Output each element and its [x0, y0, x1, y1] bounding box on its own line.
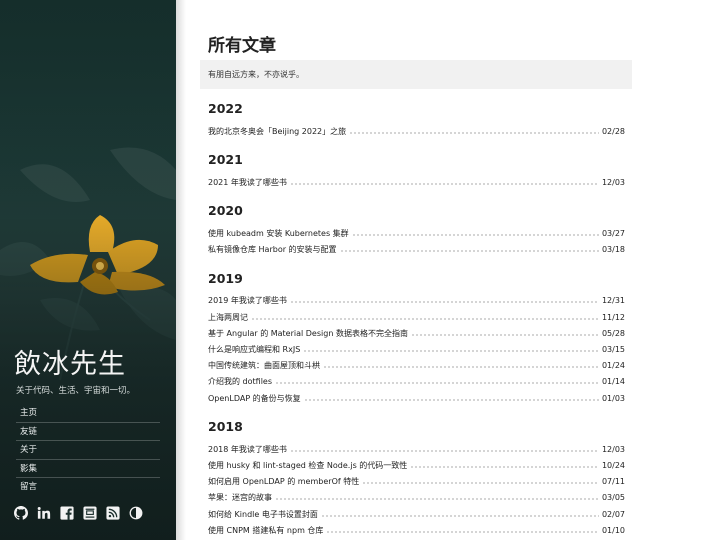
- dotted-leader: [275, 498, 599, 501]
- dotted-leader: [351, 233, 599, 236]
- sidebar-nav: 主页 友链 关于 影集 留言: [16, 404, 160, 497]
- post-date: 02/28: [601, 126, 625, 136]
- post-item[interactable]: 私有镜像仓库 Harbor 的安装与配置 03/18: [208, 243, 625, 257]
- nav-item-guestbook[interactable]: 留言: [16, 478, 160, 497]
- post-date: 12/03: [601, 177, 625, 187]
- post-title-link[interactable]: 使用 husky 和 lint-staged 检查 Node.js 的代码一致性: [208, 460, 407, 471]
- post-title-link[interactable]: 使用 kubeadm 安装 Kubernetes 集群: [208, 228, 349, 239]
- quote-banner: 有朋自远方来，不亦说乎。: [200, 60, 632, 89]
- dotted-leader: [303, 349, 599, 352]
- post-title-link[interactable]: 介绍我的 dotfiles: [208, 376, 272, 387]
- post-item[interactable]: 中国传统建筑：曲面屋顶和斗栱 01/24: [208, 359, 625, 373]
- dotted-leader: [410, 333, 599, 336]
- post-date: 01/10: [601, 525, 625, 535]
- post-date: 05/28: [601, 328, 625, 338]
- post-title-link[interactable]: 苹果：迷宫的故事: [208, 492, 272, 503]
- post-item[interactable]: 2019 年我读了哪些书 12/31: [208, 294, 625, 308]
- github-icon[interactable]: [14, 505, 28, 520]
- post-title-link[interactable]: 私有镜像仓库 Harbor 的安装与配置: [208, 244, 337, 255]
- dotted-leader: [303, 398, 599, 401]
- post-title-link[interactable]: 2019 年我读了哪些书: [208, 295, 287, 306]
- post-date: 01/24: [601, 361, 625, 371]
- site-subtitle: 关于代码、生活、宇宙和一切。: [16, 386, 136, 396]
- year-heading: 2019: [208, 270, 243, 286]
- post-date: 03/15: [601, 344, 625, 354]
- post-title-link[interactable]: 上海两周记: [208, 312, 248, 323]
- post-item[interactable]: 介绍我的 dotfiles 01/14: [208, 375, 625, 389]
- nav-item-friends[interactable]: 友链: [16, 423, 160, 441]
- dotted-leader: [349, 131, 599, 134]
- post-title-link[interactable]: 2018 年我读了哪些书: [208, 444, 287, 455]
- theme-toggle-icon[interactable]: [129, 505, 143, 520]
- dotted-leader: [289, 449, 599, 452]
- sidebar: 飲冰先生 关于代码、生活、宇宙和一切。 主页 友链 关于 影集 留言: [0, 0, 176, 540]
- post-item[interactable]: 使用 kubeadm 安装 Kubernetes 集群 03/27: [208, 226, 625, 240]
- post-item[interactable]: 如何给 Kindle 电子书设置封面 02/07: [208, 507, 625, 521]
- dotted-leader: [289, 301, 599, 304]
- main-content: 所有文章 有朋自远方来，不亦说乎。 2022 我的北京冬奥会「Beijing 20…: [176, 0, 720, 540]
- post-date: 01/03: [601, 393, 625, 403]
- dotted-leader: [410, 465, 599, 468]
- dotted-leader: [275, 382, 599, 385]
- post-date: 01/14: [601, 377, 625, 387]
- post-title-link[interactable]: OpenLDAP 的备份与恢复: [208, 393, 301, 404]
- post-date: 07/11: [601, 477, 625, 487]
- post-item[interactable]: 如何启用 OpenLDAP 的 memberOf 特性 07/11: [208, 475, 625, 489]
- post-date: 11/12: [601, 312, 625, 322]
- post-title-link[interactable]: 基于 Angular 的 Material Design 数据表格不完全指南: [208, 328, 408, 339]
- page-title: 所有文章: [208, 36, 276, 56]
- dotted-leader: [326, 530, 599, 533]
- post-title-link[interactable]: 2021 年我读了哪些书: [208, 177, 287, 188]
- post-item[interactable]: 使用 husky 和 lint-staged 检查 Node.js 的代码一致性…: [208, 458, 625, 472]
- post-title-link[interactable]: 我的北京冬奥会「Beijing 2022」之旅: [208, 126, 346, 137]
- post-title-link[interactable]: 中国传统建筑：曲面屋顶和斗栱: [208, 360, 320, 371]
- site-title[interactable]: 飲冰先生: [14, 342, 126, 381]
- post-title-link[interactable]: 如何给 Kindle 电子书设置封面: [208, 509, 318, 520]
- post-date: 12/03: [601, 444, 625, 454]
- post-item[interactable]: 2018 年我读了哪些书 12/03: [208, 442, 625, 456]
- post-date: 10/24: [601, 460, 625, 470]
- dotted-leader: [323, 366, 599, 369]
- post-item[interactable]: 我的北京冬奥会「Beijing 2022」之旅 02/28: [208, 124, 625, 138]
- rss-icon[interactable]: [106, 505, 120, 520]
- dotted-leader: [362, 482, 599, 485]
- post-item[interactable]: 苹果：迷宫的故事 03/05: [208, 491, 625, 505]
- year-heading: 2018: [208, 419, 243, 435]
- post-item[interactable]: 基于 Angular 的 Material Design 数据表格不完全指南 05…: [208, 326, 625, 340]
- nav-item-home[interactable]: 主页: [16, 404, 160, 423]
- post-title-link[interactable]: 使用 CNPM 搭建私有 npm 仓库: [208, 525, 323, 536]
- nav-item-about[interactable]: 关于: [16, 441, 160, 460]
- post-item[interactable]: 什么是响应式编程和 RxJS 03/15: [208, 342, 625, 356]
- year-heading: 2022: [208, 101, 243, 116]
- post-item[interactable]: 使用 CNPM 搭建私有 npm 仓库 01/10: [208, 523, 625, 537]
- post-title-link[interactable]: 什么是响应式编程和 RxJS: [208, 344, 300, 355]
- post-item[interactable]: OpenLDAP 的备份与恢复 01/03: [208, 391, 625, 405]
- dotted-leader: [320, 514, 599, 517]
- dotted-leader: [251, 317, 599, 320]
- facebook-icon[interactable]: [60, 505, 74, 520]
- post-date: 03/18: [601, 245, 625, 255]
- dotted-leader: [289, 182, 599, 185]
- post-date: 03/05: [601, 493, 625, 503]
- post-date: 02/07: [601, 509, 625, 519]
- post-date: 03/27: [601, 228, 625, 238]
- nav-item-gallery[interactable]: 影集: [16, 460, 160, 478]
- douban-icon[interactable]: [83, 505, 97, 520]
- dotted-leader: [339, 250, 599, 253]
- post-title-link[interactable]: 如何启用 OpenLDAP 的 memberOf 特性: [208, 476, 359, 487]
- social-links: [14, 505, 143, 520]
- year-heading: 2020: [208, 203, 243, 219]
- year-heading: 2021: [208, 152, 243, 168]
- linkedin-icon[interactable]: [37, 505, 51, 519]
- post-date: 12/31: [601, 296, 625, 306]
- post-item[interactable]: 2021 年我读了哪些书 12/03: [208, 175, 625, 189]
- post-item[interactable]: 上海两周记 11/12: [208, 310, 625, 324]
